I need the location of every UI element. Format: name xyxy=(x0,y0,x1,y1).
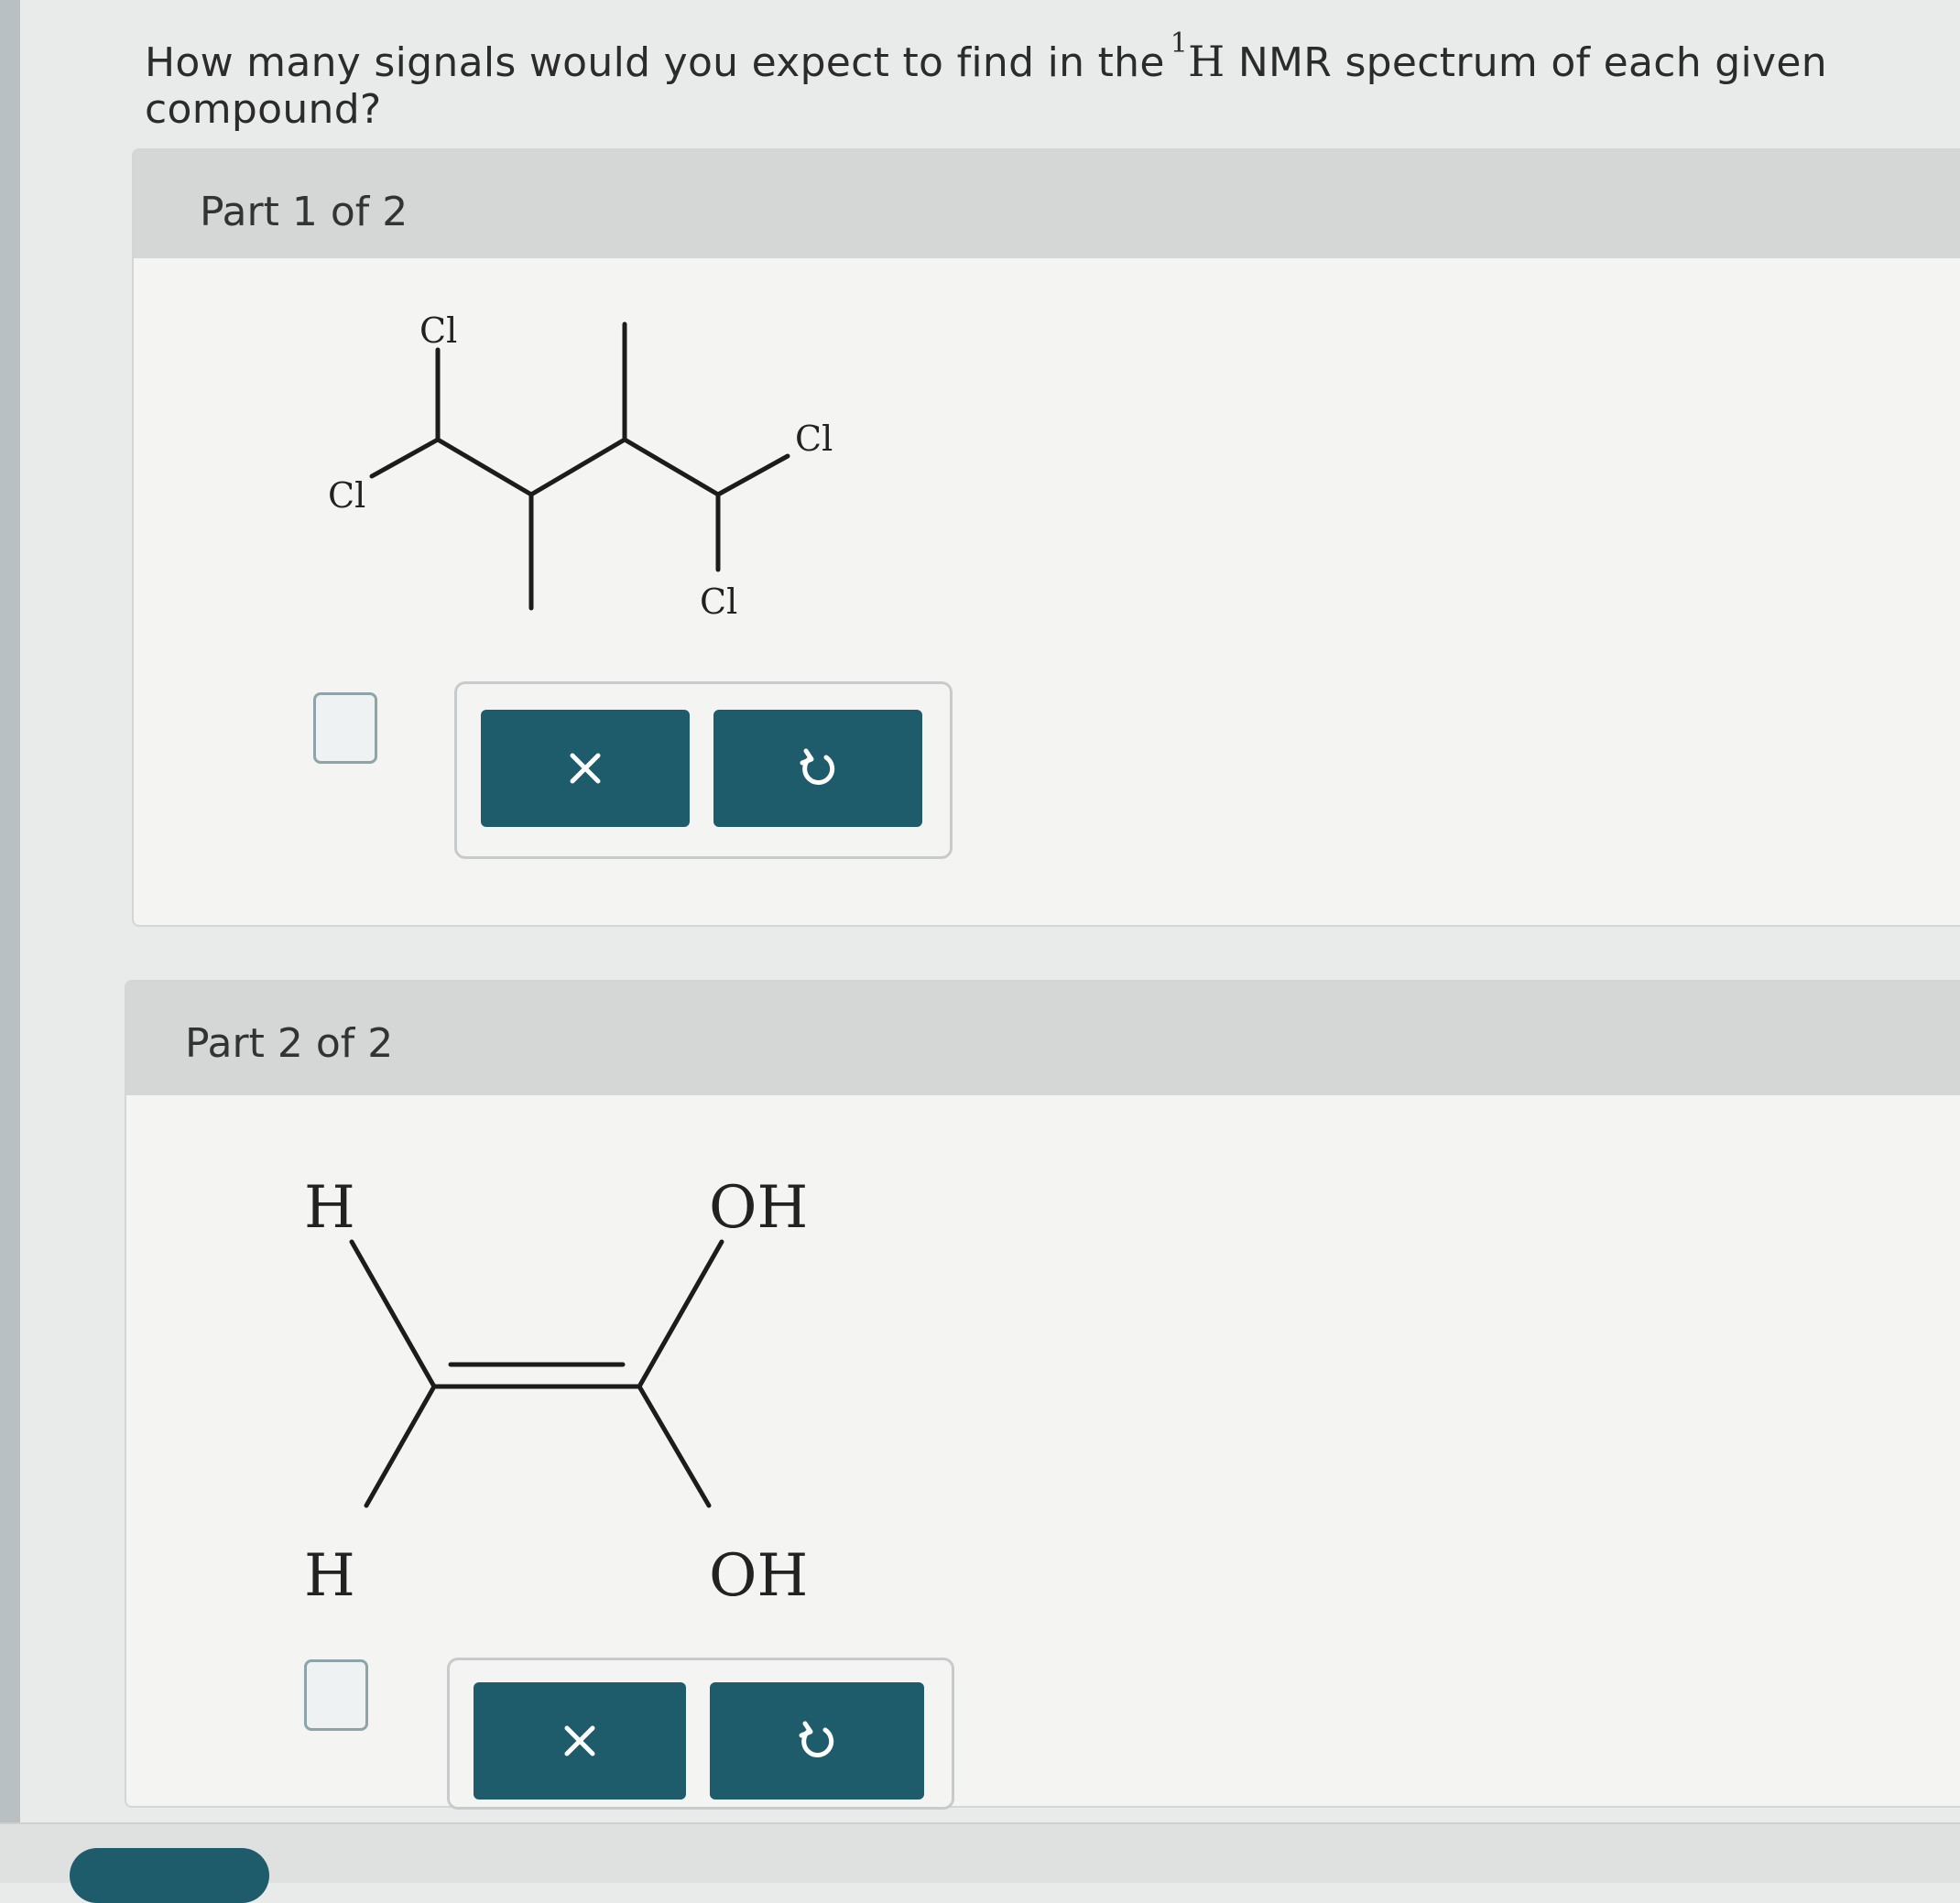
part-2-answer-input[interactable] xyxy=(304,1659,368,1731)
x-icon xyxy=(570,753,601,784)
part-1-panel: Part 1 of 2 Cl Cl Cl Cl xyxy=(132,148,1960,927)
x-icon xyxy=(564,1725,595,1756)
undo-icon xyxy=(799,1721,834,1757)
part-2-panel: Part 2 of 2 H OH H OH xyxy=(125,980,1960,1810)
chlorine-label-right: Cl xyxy=(795,419,833,459)
part-1-reset-button[interactable] xyxy=(713,710,922,827)
superscript-one: 1 xyxy=(1170,27,1189,60)
bottom-toolbar xyxy=(0,1822,1960,1883)
part-2-structure: H OH H OH xyxy=(304,1174,808,1610)
part-1-title: Part 1 of 2 xyxy=(200,189,408,235)
part-2-clear-button[interactable] xyxy=(474,1682,686,1800)
chlorine-label-top: Cl xyxy=(419,313,457,351)
part-1-answer-input[interactable] xyxy=(313,692,377,764)
hydroxyl-label-bottom: OH xyxy=(709,1542,808,1610)
hydrogen-label-bottom: H xyxy=(304,1542,355,1610)
question-prefix: How many signals would you expect to fin… xyxy=(145,39,1165,86)
nucleus-symbol: H xyxy=(1188,37,1225,86)
left-edge xyxy=(0,0,20,1881)
part-2-button-group xyxy=(447,1658,954,1810)
part-1-clear-button[interactable] xyxy=(481,710,690,827)
question-text: How many signals would you expect to fin… xyxy=(145,27,1960,133)
hydroxyl-label-top: OH xyxy=(709,1174,808,1242)
chlorine-label-bottom: Cl xyxy=(700,582,737,622)
part-1-button-group xyxy=(454,681,953,859)
hydrogen-label-top: H xyxy=(304,1174,355,1242)
part-2-reset-button[interactable] xyxy=(710,1682,924,1800)
part-1-structure: Cl Cl Cl Cl xyxy=(328,313,833,622)
check-button[interactable] xyxy=(70,1848,269,1903)
chlorine-label-left: Cl xyxy=(328,475,365,516)
undo-icon xyxy=(800,748,835,785)
part-2-header xyxy=(126,982,1960,1095)
part-2-title: Part 2 of 2 xyxy=(185,1020,394,1067)
